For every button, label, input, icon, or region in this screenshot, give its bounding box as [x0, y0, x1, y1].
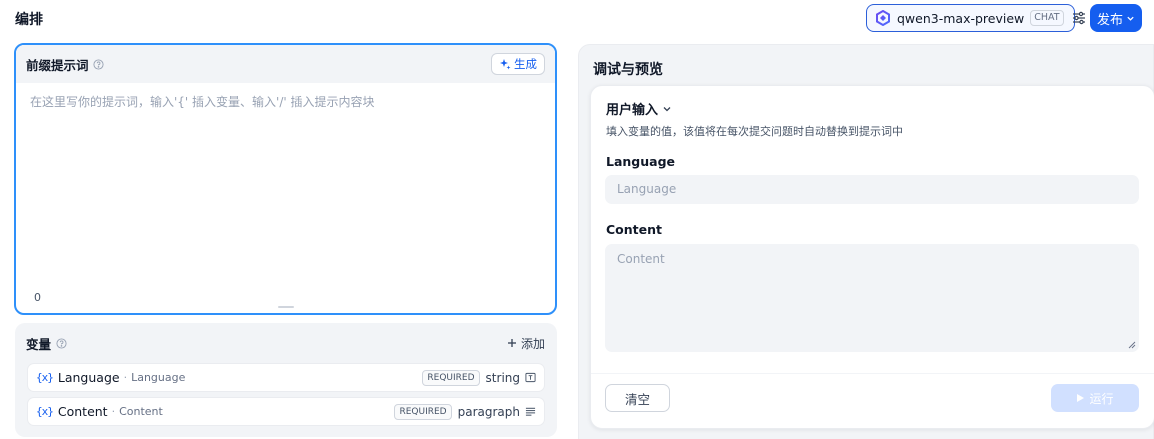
separator-dot: · — [123, 371, 128, 384]
play-icon — [1077, 394, 1085, 402]
character-count: 0 — [34, 291, 41, 304]
user-input-label: 用户输入 — [606, 103, 659, 118]
help-icon[interactable] — [55, 337, 67, 349]
variable-braces-icon: {x} — [36, 405, 54, 418]
field-label-language: Language — [606, 154, 676, 169]
sparkle-icon — [500, 59, 511, 70]
variable-label: Language — [131, 371, 186, 384]
variable-row-language[interactable]: {x} Language · Language REQUIRED string — [27, 363, 545, 392]
help-icon[interactable] — [93, 58, 105, 70]
user-input-toggle[interactable]: 用户输入 — [606, 99, 672, 118]
publish-button[interactable]: 发布 — [1090, 4, 1142, 32]
resize-grip-icon[interactable] — [1128, 341, 1136, 349]
field-label-content: Content — [606, 222, 662, 237]
sliders-icon[interactable] — [1072, 10, 1086, 26]
generate-label: 生成 — [514, 57, 537, 71]
preview-title: 调试与预览 — [593, 62, 663, 78]
publish-label: 发布 — [1096, 12, 1123, 28]
model-name: qwen3-max-preview — [897, 10, 1025, 26]
required-badge: REQUIRED — [422, 369, 480, 386]
variables-card: 变量 添加 {x} Language · Language REQUIRED s… — [15, 323, 557, 437]
prompt-title: 前缀提示词 — [26, 57, 89, 73]
variable-key: Language — [57, 370, 120, 385]
run-label: 运行 — [1089, 391, 1114, 406]
variable-label: Content — [119, 405, 163, 418]
variable-key: Content — [57, 404, 108, 419]
clear-button[interactable]: 清空 — [605, 384, 670, 412]
user-input-description: 填入变量的值，该值将在每次提交问题时自动替换到提示词中 — [606, 125, 903, 138]
content-placeholder: Content — [617, 252, 665, 266]
chevron-down-icon — [1127, 16, 1134, 21]
qwen-logo-icon — [875, 10, 891, 26]
debug-preview-panel: 调试与预览 用户输入 填入变量的值，该值将在每次提交问题时自动替换到提示词中 L… — [578, 44, 1154, 439]
add-variable-label: 添加 — [520, 336, 545, 351]
user-input-card: 用户输入 填入变量的值，该值将在每次提交问题时自动替换到提示词中 Languag… — [590, 85, 1154, 429]
add-variable-button[interactable]: 添加 — [507, 335, 545, 352]
variable-braces-icon: {x} — [36, 371, 54, 384]
variables-header: 变量 添加 — [15, 323, 557, 363]
prompt-header: 前缀提示词 生成 — [16, 45, 555, 83]
chevron-down-icon — [663, 106, 671, 111]
prompt-editor-card: 前缀提示词 生成 在这里写你的提示词，输入'{' 插入变量、输入'/' 插入提示… — [14, 43, 557, 315]
model-selector-button[interactable]: qwen3-max-preview CHAT — [866, 4, 1085, 32]
language-input[interactable]: Language — [605, 175, 1139, 204]
model-mode-badge: CHAT — [1030, 10, 1064, 26]
variable-row-content[interactable]: {x} Content · Content REQUIRED paragraph — [27, 397, 545, 426]
variable-type: string — [485, 370, 520, 385]
text-input-icon — [524, 372, 536, 384]
prompt-textarea[interactable]: 在这里写你的提示词，输入'{' 插入变量、输入'/' 插入提示内容块 — [16, 83, 555, 120]
prompt-placeholder: 在这里写你的提示词，输入'{' 插入变量、输入'/' 插入提示内容块 — [30, 95, 375, 109]
divider — [591, 373, 1154, 374]
variable-type: paragraph — [457, 404, 520, 419]
resize-handle[interactable] — [278, 306, 294, 308]
page-title: 编排 — [15, 12, 43, 28]
paragraph-icon — [524, 406, 536, 418]
plus-icon — [507, 339, 516, 347]
generate-button[interactable]: 生成 — [491, 53, 545, 75]
content-textarea[interactable]: Content — [605, 244, 1139, 352]
variables-title: 变量 — [26, 336, 52, 352]
separator-dot: · — [111, 405, 116, 418]
required-badge: REQUIRED — [394, 403, 452, 420]
run-button[interactable]: 运行 — [1051, 384, 1139, 412]
